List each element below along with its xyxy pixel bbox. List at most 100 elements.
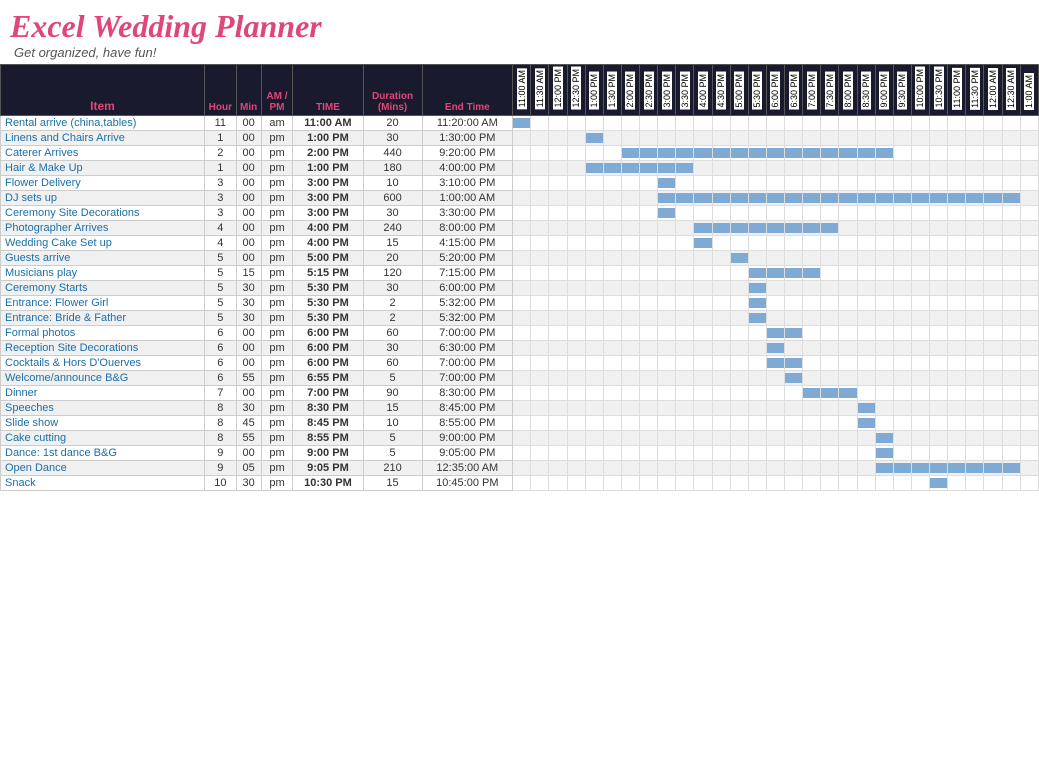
- gantt-cell-15: [785, 295, 803, 310]
- gantt-cell-15: [785, 385, 803, 400]
- gantt-cell-2: [549, 340, 567, 355]
- table-row: Slide show845pm8:45 PM108:55:00 PM: [1, 415, 1039, 430]
- gantt-cell-8: [658, 115, 676, 130]
- gantt-cell-15: [785, 475, 803, 490]
- gantt-cell-27: [1002, 400, 1020, 415]
- gantt-cell-19: [857, 175, 875, 190]
- gantt-cell-8: [658, 205, 676, 220]
- gantt-cell-16: [803, 265, 821, 280]
- gantt-cell-17: [821, 370, 839, 385]
- cell-time: 1:00 PM: [293, 130, 363, 145]
- gantt-cell-4: [585, 175, 603, 190]
- gantt-cell-24: [948, 280, 966, 295]
- gantt-cell-21: [893, 220, 911, 235]
- gantt-cell-2: [549, 190, 567, 205]
- gantt-cell-20: [875, 400, 893, 415]
- gantt-cell-20: [875, 190, 893, 205]
- gantt-bar: [749, 148, 766, 158]
- cell-hour: 5: [204, 295, 236, 310]
- gantt-cell-18: [839, 265, 857, 280]
- gantt-cell-6: [621, 175, 639, 190]
- gantt-cell-17: [821, 130, 839, 145]
- cell-hour: 8: [204, 430, 236, 445]
- cell-duration: 30: [363, 340, 422, 355]
- cell-min: 45: [236, 415, 261, 430]
- gantt-cell-28: [1020, 145, 1038, 160]
- gantt-cell-0: [513, 220, 531, 235]
- gantt-cell-14: [766, 280, 784, 295]
- gantt-bar: [984, 193, 1001, 203]
- gantt-cell-12: [730, 220, 748, 235]
- gantt-cell-25: [966, 460, 984, 475]
- cell-time: 10:30 PM: [293, 475, 363, 490]
- gantt-cell-19: [857, 370, 875, 385]
- gantt-cell-2: [549, 250, 567, 265]
- gantt-cell-26: [984, 160, 1002, 175]
- cell-hour: 6: [204, 340, 236, 355]
- gantt-cell-19: [857, 205, 875, 220]
- gantt-cell-13: [748, 235, 766, 250]
- gantt-cell-20: [875, 460, 893, 475]
- gantt-cell-22: [911, 355, 929, 370]
- gantt-cell-24: [948, 445, 966, 460]
- gantt-header-5: 1:30 PM: [603, 65, 621, 116]
- cell-hour: 5: [204, 265, 236, 280]
- gantt-cell-14: [766, 265, 784, 280]
- gantt-bar: [694, 223, 711, 233]
- cell-endtime: 1:30:00 PM: [422, 130, 513, 145]
- gantt-cell-22: [911, 280, 929, 295]
- cell-ampm: pm: [261, 130, 293, 145]
- gantt-cell-7: [640, 430, 658, 445]
- gantt-cell-28: [1020, 460, 1038, 475]
- gantt-header-27: 12:30 AM: [1002, 65, 1020, 116]
- gantt-cell-11: [712, 250, 730, 265]
- cell-min: 30: [236, 475, 261, 490]
- gantt-cell-10: [694, 205, 712, 220]
- gantt-cell-17: [821, 295, 839, 310]
- gantt-cell-5: [603, 115, 621, 130]
- cell-item: Dinner: [1, 385, 205, 400]
- cell-duration: 30: [363, 130, 422, 145]
- gantt-cell-16: [803, 145, 821, 160]
- gantt-cell-9: [676, 415, 694, 430]
- gantt-cell-12: [730, 445, 748, 460]
- gantt-cell-26: [984, 430, 1002, 445]
- gantt-bar: [676, 163, 693, 173]
- app-subtitle: Get organized, have fun!: [14, 45, 1029, 60]
- gantt-cell-8: [658, 400, 676, 415]
- gantt-bar: [803, 148, 820, 158]
- gantt-cell-6: [621, 190, 639, 205]
- gantt-header-19: 8:30 PM: [857, 65, 875, 116]
- cell-duration: 10: [363, 175, 422, 190]
- gantt-bar: [966, 193, 983, 203]
- planner-table: Item Hour Min AM / PM TIME Duration (Min…: [0, 64, 1039, 491]
- gantt-cell-14: [766, 310, 784, 325]
- gantt-cell-15: [785, 310, 803, 325]
- gantt-cell-4: [585, 265, 603, 280]
- cell-hour: 1: [204, 130, 236, 145]
- gantt-bar: [694, 148, 711, 158]
- cell-endtime: 5:32:00 PM: [422, 310, 513, 325]
- gantt-cell-21: [893, 325, 911, 340]
- cell-min: 00: [236, 340, 261, 355]
- gantt-cell-18: [839, 190, 857, 205]
- gantt-cell-20: [875, 385, 893, 400]
- table-row: Rental arrive (china,tables)1100am11:00 …: [1, 115, 1039, 130]
- gantt-cell-21: [893, 445, 911, 460]
- cell-endtime: 12:35:00 AM: [422, 460, 513, 475]
- gantt-cell-26: [984, 325, 1002, 340]
- gantt-cell-13: [748, 115, 766, 130]
- gantt-cell-10: [694, 160, 712, 175]
- gantt-cell-4: [585, 235, 603, 250]
- gantt-cell-7: [640, 475, 658, 490]
- gantt-cell-24: [948, 115, 966, 130]
- gantt-cell-25: [966, 265, 984, 280]
- gantt-cell-5: [603, 445, 621, 460]
- gantt-cell-25: [966, 130, 984, 145]
- gantt-cell-2: [549, 130, 567, 145]
- cell-duration: 10: [363, 415, 422, 430]
- cell-item: Ceremony Site Decorations: [1, 205, 205, 220]
- gantt-cell-17: [821, 430, 839, 445]
- gantt-cell-2: [549, 175, 567, 190]
- gantt-cell-6: [621, 115, 639, 130]
